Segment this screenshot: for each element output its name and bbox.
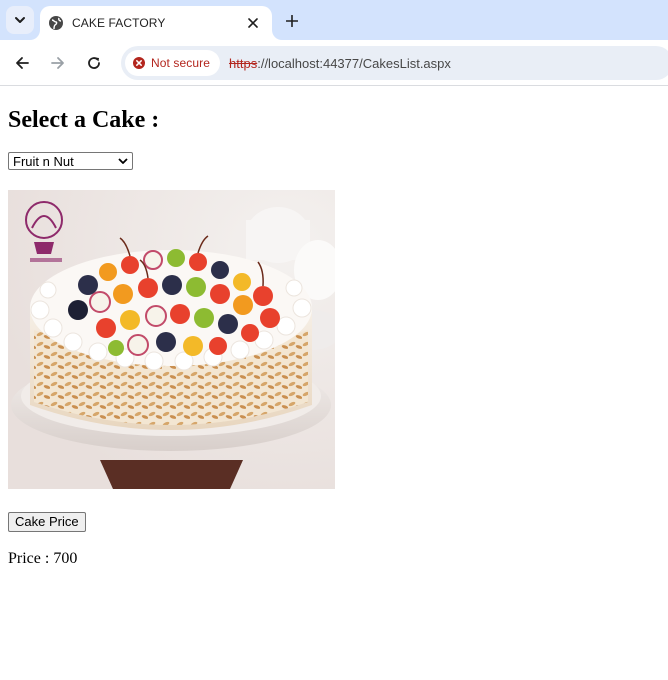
cake-dropdown[interactable]: Fruit n Nut bbox=[8, 152, 133, 170]
address-bar[interactable]: Not secure https://localhost:44377/Cakes… bbox=[121, 46, 668, 80]
warning-circle-icon bbox=[133, 57, 145, 69]
chevron-down-icon bbox=[118, 158, 128, 164]
tab-strip: CAKE FACTORY bbox=[0, 0, 668, 40]
back-arrow-icon bbox=[16, 57, 29, 69]
price-text: Price : 700 bbox=[8, 549, 78, 567]
reload-icon bbox=[88, 57, 100, 69]
security-indicator[interactable]: Not secure bbox=[125, 50, 221, 76]
forward-button[interactable] bbox=[46, 51, 70, 75]
page-title: Select a Cake : bbox=[8, 107, 160, 133]
plus-icon bbox=[286, 15, 298, 27]
chevron-down-icon bbox=[15, 17, 25, 23]
cake-image bbox=[8, 189, 335, 489]
close-icon[interactable] bbox=[244, 14, 262, 32]
tab-title: CAKE FACTORY bbox=[72, 16, 166, 30]
browser-tab[interactable]: CAKE FACTORY bbox=[40, 6, 272, 40]
back-button[interactable] bbox=[10, 51, 34, 75]
new-tab-button[interactable] bbox=[281, 10, 303, 32]
url-text[interactable]: https://localhost:44377/CakesList.aspx bbox=[229, 56, 451, 71]
globe-icon bbox=[48, 15, 64, 31]
reload-button[interactable] bbox=[82, 51, 106, 75]
browser-toolbar: Not secure https://localhost:44377/Cakes… bbox=[0, 40, 668, 86]
cake-price-button[interactable]: Cake Price bbox=[8, 511, 86, 532]
page-content: Select a Cake : Fruit n Nut Cake Price P… bbox=[0, 106, 668, 568]
security-label: Not secure bbox=[151, 56, 211, 70]
url-path: ://localhost:44377/CakesList.aspx bbox=[257, 55, 451, 71]
cake-dropdown-value: Fruit n Nut bbox=[13, 153, 74, 169]
url-scheme: https bbox=[229, 55, 258, 71]
forward-arrow-icon bbox=[51, 57, 64, 69]
